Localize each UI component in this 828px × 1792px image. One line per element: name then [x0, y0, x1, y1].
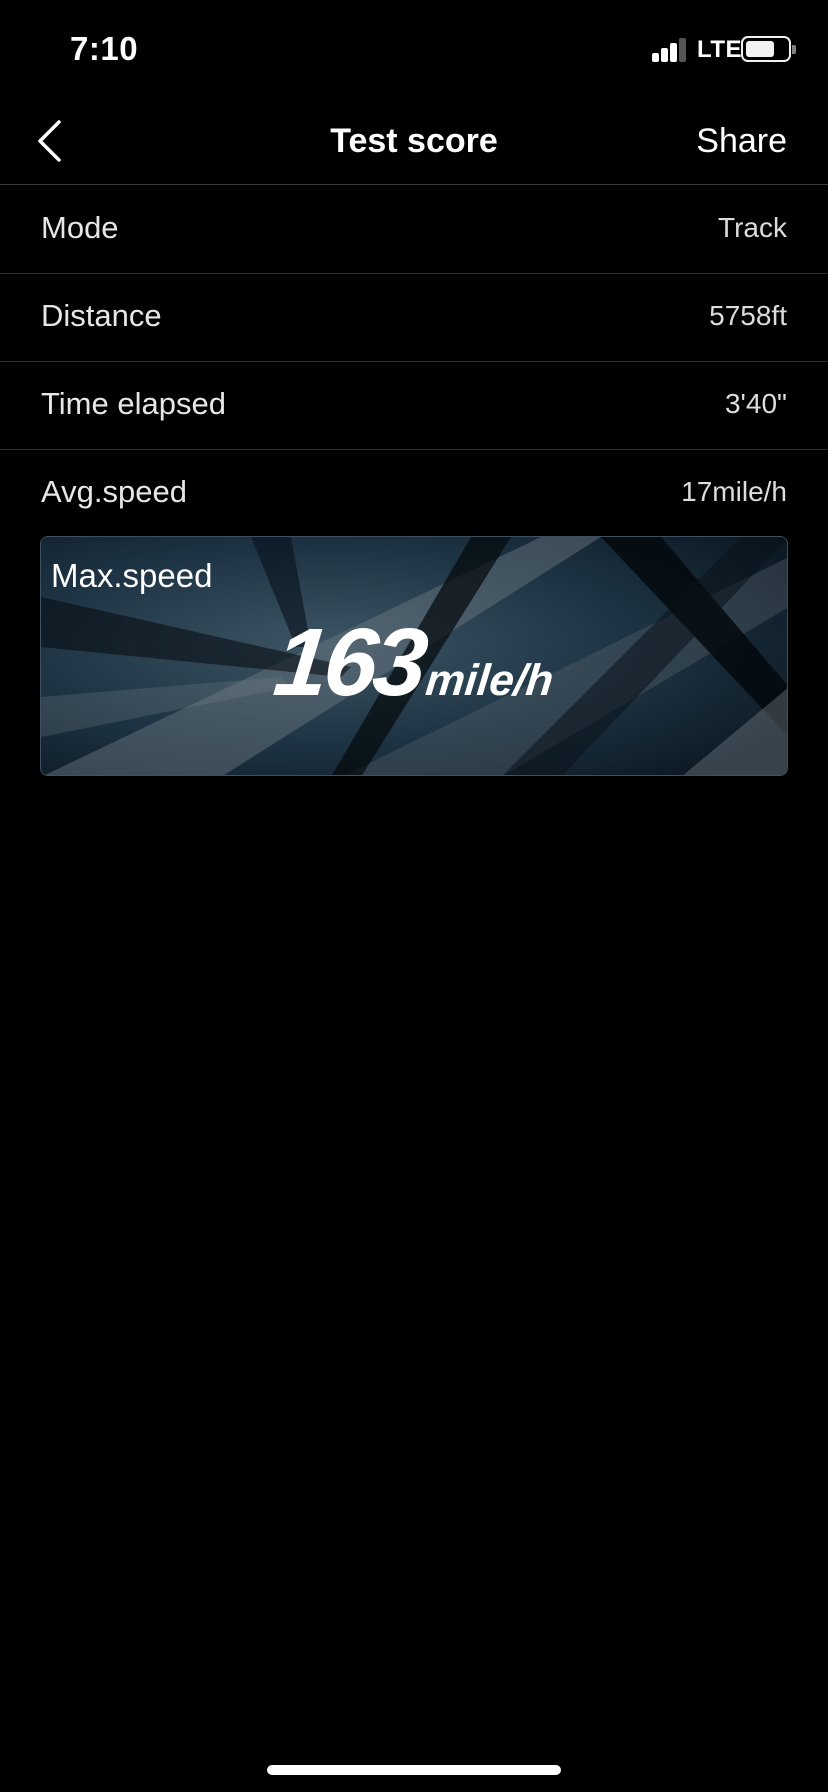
battery-fill — [746, 41, 774, 57]
max-speed-value: 163 — [269, 609, 430, 716]
max-speed-card: Max.speed 163mile/h — [40, 536, 788, 776]
navigation-bar: Test score Share — [0, 100, 828, 185]
battery-icon — [741, 36, 796, 62]
status-time: 7:10 — [70, 30, 139, 67]
row-time-elapsed: Time elapsed 3'40" — [0, 362, 828, 450]
row-avg-speed: Avg.speed 17mile/h — [0, 450, 828, 538]
row-label: Time elapsed — [41, 386, 226, 421]
max-speed-label: Max.speed — [51, 557, 213, 594]
row-label: Distance — [41, 298, 162, 333]
row-label: Avg.speed — [41, 474, 187, 509]
row-value: 5758ft — [709, 300, 787, 331]
home-indicator[interactable] — [267, 1765, 561, 1775]
row-mode: Mode Track — [0, 186, 828, 274]
test-score-screen: 7:10 LTE Test score Share Mode Track Dis… — [0, 0, 828, 1792]
share-button[interactable]: Share — [696, 122, 787, 161]
row-distance: Distance 5758ft — [0, 274, 828, 362]
signal-icon — [652, 38, 688, 62]
row-value: 3'40" — [724, 388, 787, 419]
max-speed-readout: 163mile/h — [41, 609, 787, 716]
row-value: 17mile/h — [681, 476, 787, 507]
row-value: Track — [718, 212, 787, 243]
row-label: Mode — [41, 210, 119, 245]
network-type: LTE — [697, 36, 743, 63]
status-bar: 7:10 LTE — [0, 0, 828, 100]
max-speed-unit: mile/h — [422, 656, 556, 705]
